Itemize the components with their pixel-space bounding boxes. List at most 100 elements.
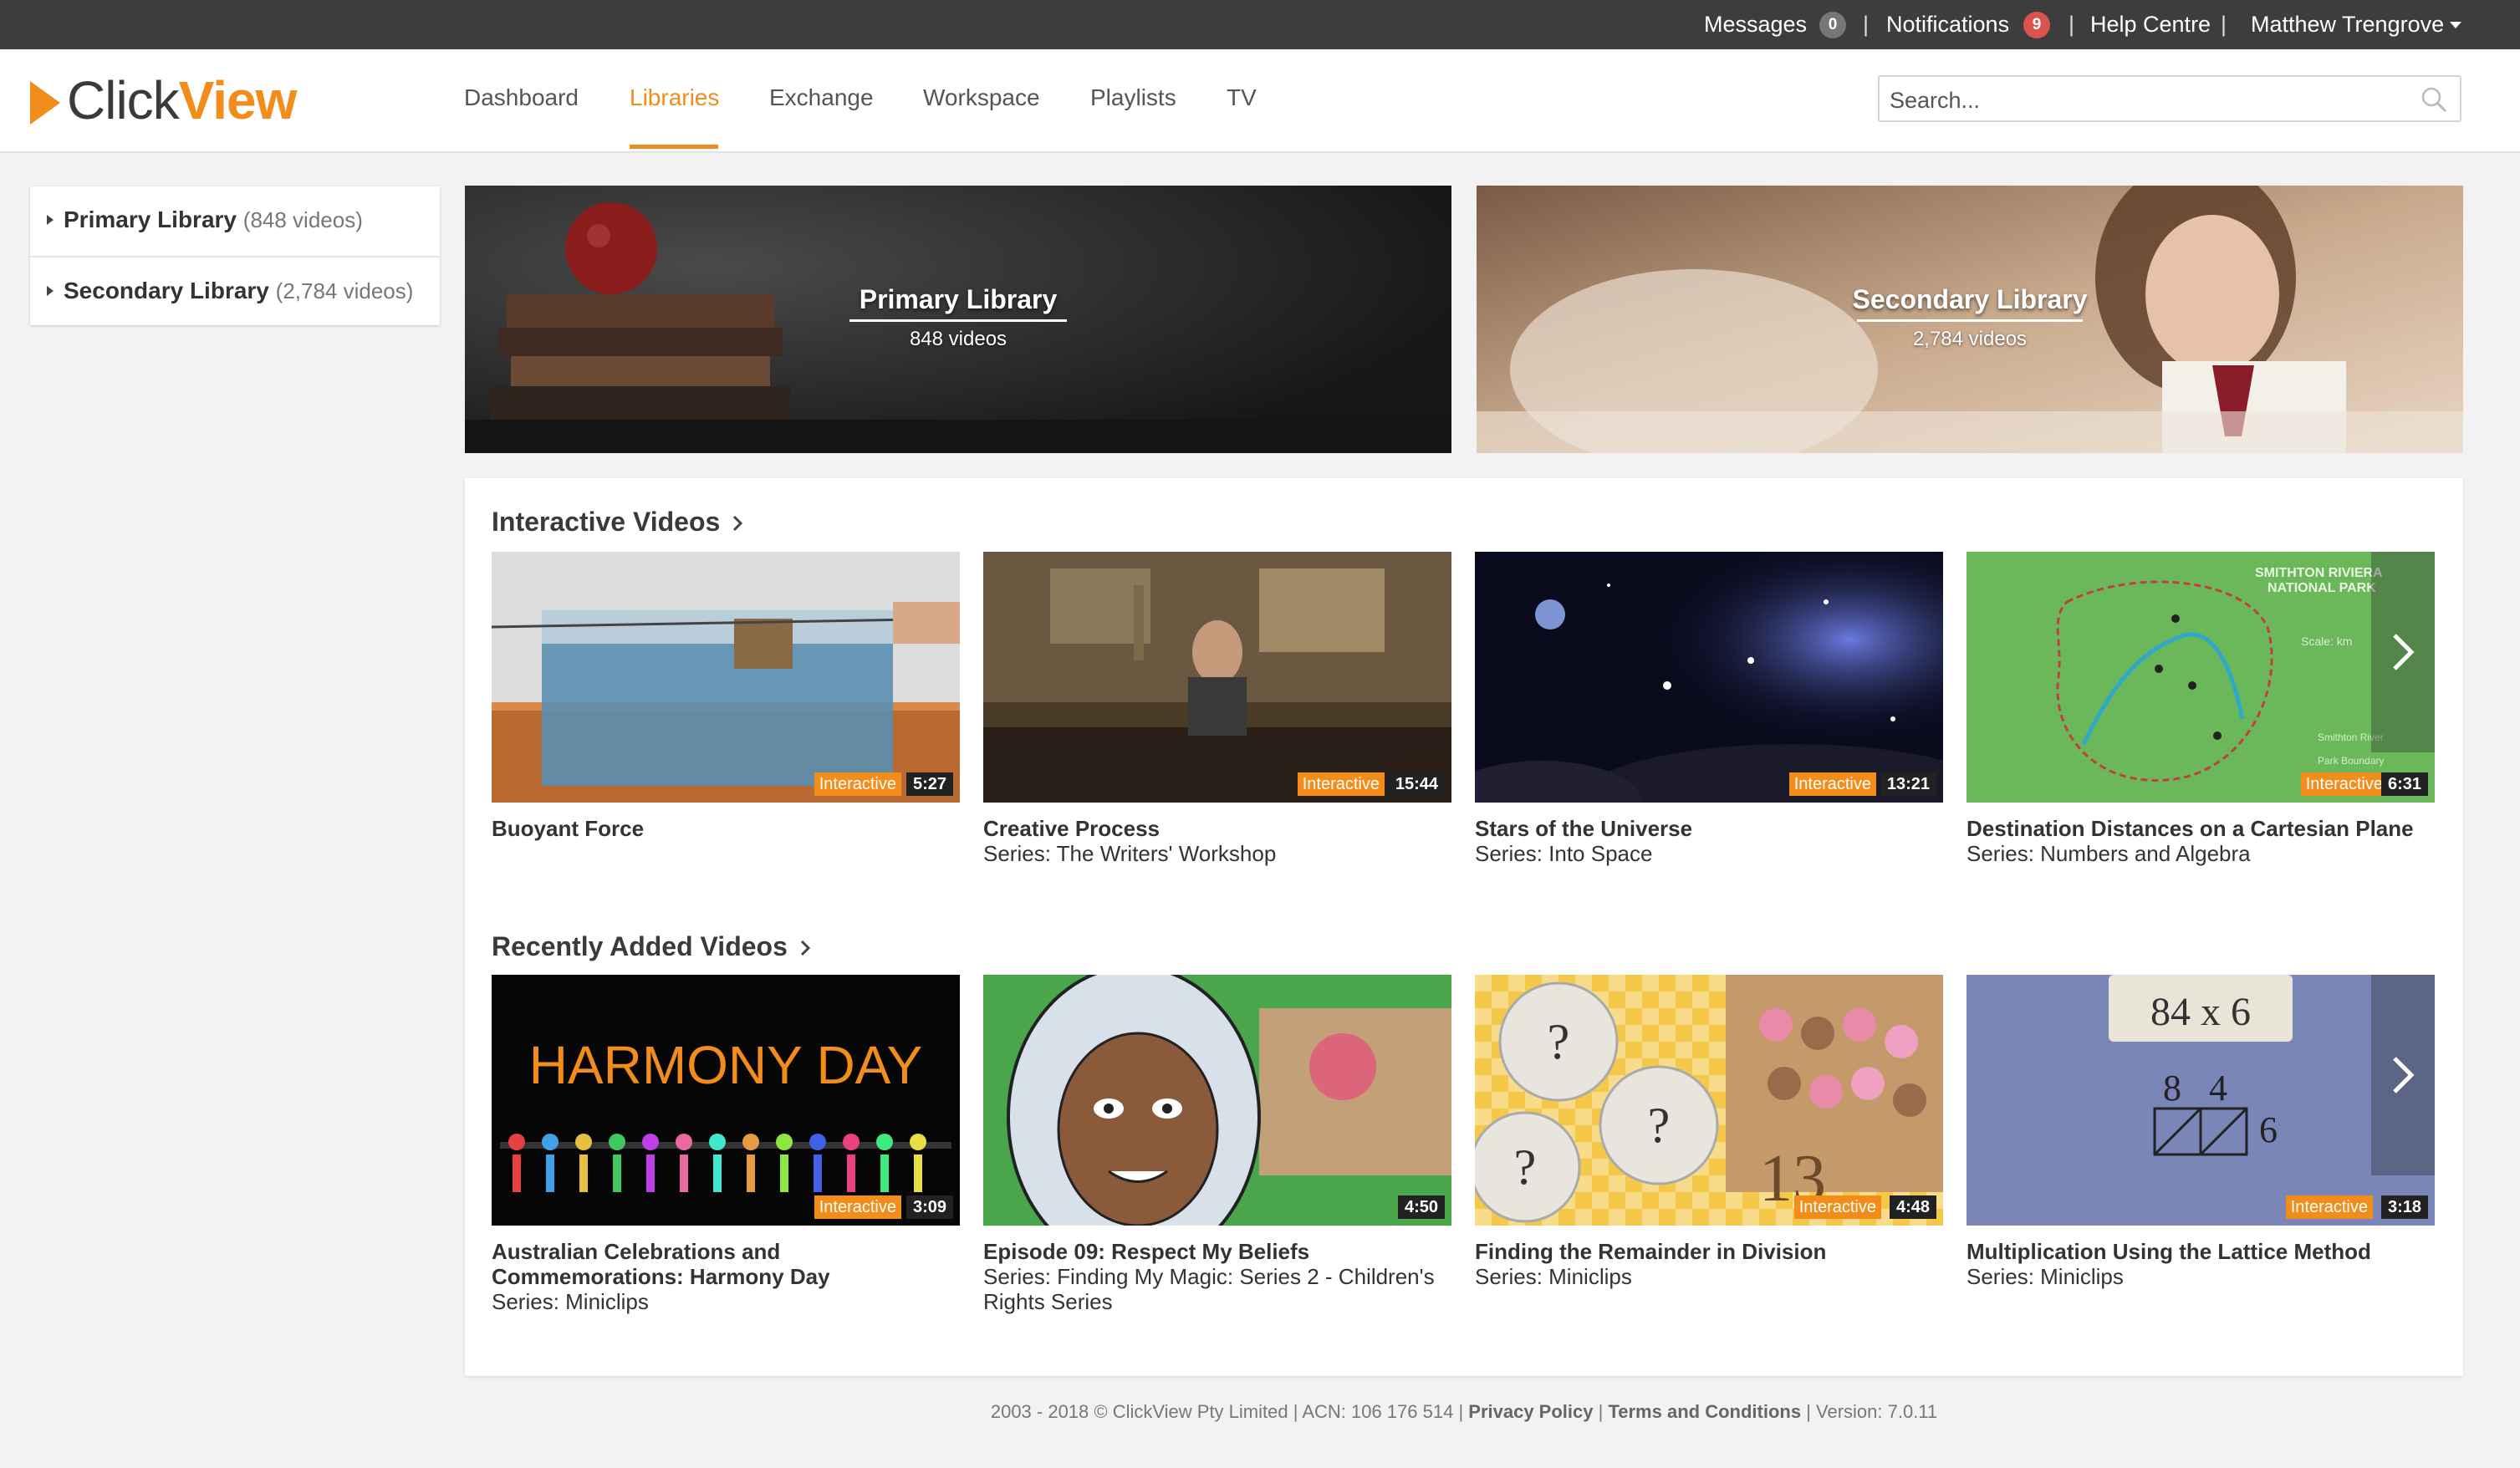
carousel-next-button[interactable] xyxy=(2371,552,2435,752)
video-thumbnail: ? ? ? 13 Interactive 4:48 xyxy=(1475,975,1943,1226)
footer-separator: | xyxy=(1593,1401,1609,1422)
carousel-next-button[interactable] xyxy=(2371,975,2435,1175)
library-sidebar: Primary Library (848 videos) Secondary L… xyxy=(30,186,440,325)
sidebar-item-count: (848 videos) xyxy=(242,207,363,232)
copyright-text: 2003 - 2018 © ClickView Pty Limited | AC… xyxy=(990,1401,1469,1422)
nav-exchange[interactable]: Exchange xyxy=(769,83,874,113)
duration-badge: 15:44 xyxy=(1388,772,1445,796)
video-thumbnail: 4:50 xyxy=(983,975,1451,1226)
duration-badge: 3:18 xyxy=(2380,1195,2428,1219)
map-thumbnail-image: SMITHTON RIVIERA NATIONAL PARK Scale: km… xyxy=(1967,552,2435,803)
harmony-day-text: HARMONY DAY xyxy=(529,1035,923,1095)
help-centre-link[interactable]: Help Centre xyxy=(2090,11,2211,38)
search-input[interactable] xyxy=(1888,84,2401,117)
privacy-policy-link[interactable]: Privacy Policy xyxy=(1468,1401,1593,1422)
interactive-badge: Interactive xyxy=(814,772,901,796)
duration-badge: 6:31 xyxy=(2380,772,2428,796)
duration-badge: 4:48 xyxy=(1889,1195,1936,1219)
search-icon[interactable] xyxy=(2420,85,2448,114)
caret-right-icon xyxy=(47,286,54,296)
banner-primary-library[interactable]: Primary Library 848 videos xyxy=(465,186,1451,453)
nav-tv[interactable]: TV xyxy=(1227,83,1257,113)
terms-link[interactable]: Terms and Conditions xyxy=(1608,1401,1801,1422)
messages-count-badge: 0 xyxy=(1819,12,1846,38)
chevron-down-icon[interactable] xyxy=(2450,22,2461,28)
sidebar-item-secondary-library[interactable]: Secondary Library (2,784 videos) xyxy=(30,256,440,327)
video-title[interactable]: Stars of the Universe xyxy=(1475,816,1943,841)
map-legend-boundary: Park Boundary xyxy=(2318,755,2384,767)
video-thumbnail: Interactive 5:27 xyxy=(492,552,960,803)
user-menu[interactable]: Matthew Trengrove xyxy=(2251,11,2444,38)
chevron-right-icon xyxy=(2393,634,2415,670)
interactive-badge: Interactive xyxy=(1788,772,1876,796)
video-title[interactable]: Episode 09: Respect My Beliefs xyxy=(983,1239,1451,1264)
chevron-right-icon xyxy=(2393,1057,2415,1093)
harmony-day-thumbnail-image: HARMONY DAY xyxy=(492,975,960,1226)
messages-link[interactable]: Messages xyxy=(1704,11,1807,38)
nav-libraries[interactable]: Libraries xyxy=(630,83,719,113)
sidebar-item-count: (2,784 videos) xyxy=(275,278,414,303)
video-thumbnail: HARMONY DAY Interactive 3:09 xyxy=(492,975,960,1226)
active-nav-indicator xyxy=(630,145,718,149)
notifications-link[interactable]: Notifications xyxy=(1886,11,2009,38)
banner-subtitle: 848 videos xyxy=(909,328,1007,350)
nav-workspace[interactable]: Workspace xyxy=(923,83,1040,113)
video-thumbnail: SMITHTON RIVIERA NATIONAL PARK Scale: km… xyxy=(1967,552,2435,803)
video-title[interactable]: Australian Celebrations and Commemoratio… xyxy=(492,1239,960,1289)
sidebar-item-primary-library[interactable]: Primary Library (848 videos) xyxy=(30,186,440,256)
video-series: Series: Into Space xyxy=(1475,841,1653,866)
video-series: Series: Finding My Magic: Series 2 - Chi… xyxy=(983,1264,1435,1314)
nav-dashboard[interactable]: Dashboard xyxy=(464,83,579,113)
video-title[interactable]: Finding the Remainder in Division xyxy=(1475,1239,1943,1264)
interactive-badge: Interactive xyxy=(814,1195,901,1219)
footer: 2003 - 2018 © ClickView Pty Limited | AC… xyxy=(465,1401,2463,1423)
topbar-separator: | xyxy=(2221,12,2227,37)
video-sections-panel: Interactive Videos Interactive 5:27 Buoy… xyxy=(465,478,2463,1376)
video-series: Series: Miniclips xyxy=(1967,1264,2124,1289)
lattice-digit-b: 4 xyxy=(2209,1068,2227,1109)
video-thumbnail: Interactive 13:21 xyxy=(1475,552,1943,803)
video-title[interactable]: Destination Distances on a Cartesian Pla… xyxy=(1967,816,2435,841)
buoyant-force-thumbnail-image xyxy=(492,552,960,803)
recently-added-heading[interactable]: Recently Added Videos xyxy=(492,931,813,964)
svg-text:?: ? xyxy=(1548,1014,1570,1069)
duration-badge: 3:09 xyxy=(905,1195,953,1219)
video-series: Series: The Writers' Workshop xyxy=(983,841,1277,866)
lattice-digit-c: 6 xyxy=(2259,1109,2278,1150)
lattice-thumbnail-image: 84 x 6 8 4 6 xyxy=(1967,975,2435,1226)
video-title[interactable]: Multiplication Using the Lattice Method xyxy=(1967,1239,2435,1264)
interactive-badge: Interactive xyxy=(1297,772,1385,796)
video-thumbnail: Interactive 15:44 xyxy=(983,552,1451,803)
video-title[interactable]: Buoyant Force xyxy=(492,816,960,841)
duration-badge: 13:21 xyxy=(1880,772,1936,796)
banner-title: Primary Library xyxy=(859,284,1058,314)
lattice-digit-a: 8 xyxy=(2163,1068,2181,1109)
svg-text:?: ? xyxy=(1648,1098,1671,1153)
stars-thumbnail-image xyxy=(1475,552,1943,803)
video-thumbnail: 84 x 6 8 4 6 Interactive 3:18 xyxy=(1967,975,2435,1226)
banner-title: Secondary Library xyxy=(1852,284,2088,314)
map-park-title-2: NATIONAL PARK xyxy=(2267,581,2376,595)
chevron-right-icon xyxy=(799,933,813,964)
creative-process-thumbnail-image xyxy=(983,552,1451,803)
duration-badge: 4:50 xyxy=(1397,1195,1445,1219)
version-text: | Version: 7.0.11 xyxy=(1801,1401,1938,1422)
sidebar-item-label: Secondary Library xyxy=(64,278,269,303)
banner-secondary-library[interactable]: Secondary Library 2,784 videos xyxy=(1477,186,2463,453)
map-park-title-1: SMITHTON RIVIERA xyxy=(2255,566,2383,580)
nav-playlists[interactable]: Playlists xyxy=(1090,83,1176,113)
caret-right-icon xyxy=(47,215,54,225)
top-bar: Messages 0 | Notifications 9 | Help Cent… xyxy=(0,0,2520,49)
sidebar-item-label: Primary Library xyxy=(64,206,237,232)
play-logo-icon xyxy=(30,81,60,125)
banner-subtitle: 2,784 videos xyxy=(1912,328,2028,350)
banner-divider xyxy=(1857,319,2083,322)
respect-my-beliefs-thumbnail-image xyxy=(983,975,1451,1226)
search-box xyxy=(1878,75,2461,122)
interactive-videos-heading[interactable]: Interactive Videos xyxy=(492,507,745,539)
video-series: Series: Miniclips xyxy=(492,1289,649,1314)
interactive-badge: Interactive xyxy=(2285,1195,2373,1219)
video-series: Series: Numbers and Algebra xyxy=(1967,841,2251,866)
chevron-right-icon xyxy=(732,508,745,539)
video-title[interactable]: Creative Process xyxy=(983,816,1451,841)
